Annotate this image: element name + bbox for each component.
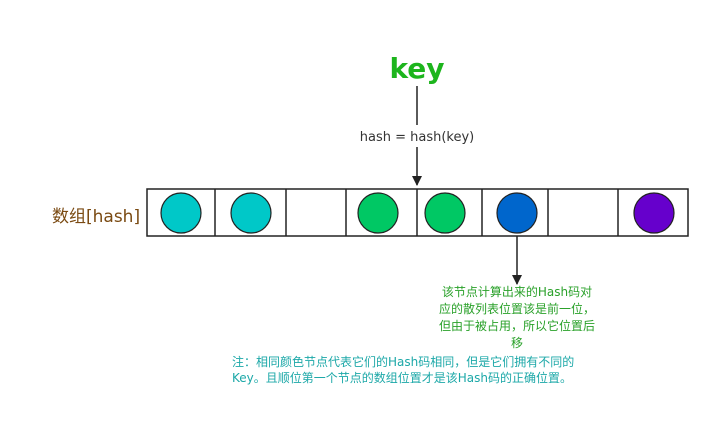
node-note: 该节点计算出来的Hash码对 应的散列表位置该是前一位， 但由于被占用，所以它位…: [412, 284, 622, 352]
hash-node: [357, 192, 399, 234]
hash-node: [424, 192, 466, 234]
key-label: key: [389, 52, 445, 85]
node-note-line: 该节点计算出来的Hash码对: [441, 285, 593, 299]
diagram-canvas: key hash = hash(key) 数组[hash] 该节点计算出来的Ha…: [0, 0, 719, 427]
hash-node: [160, 192, 202, 234]
node-note-line: 应的散列表位置该是前一位，: [438, 302, 595, 316]
node-note-line: 但由于被占用，所以它位置后: [438, 319, 595, 333]
node-note-line: 移: [510, 336, 523, 350]
hash-node: [633, 192, 675, 234]
footer-note-line: 注：相同颜色节点代表它们的Hash码相同，但是它们拥有不同的: [232, 355, 575, 369]
array-slots: [160, 189, 675, 236]
footer-note: 注：相同颜色节点代表它们的Hash码相同，但是它们拥有不同的 Key。且顺位第一…: [232, 354, 612, 386]
hash-node: [496, 192, 538, 234]
footer-note-line: Key。且顺位第一个节点的数组位置才是该Hash码的正确位置。: [232, 371, 572, 385]
array-label: 数组[hash]: [52, 207, 141, 227]
hash-node: [230, 192, 272, 234]
hash-formula: hash = hash(key): [359, 130, 475, 145]
